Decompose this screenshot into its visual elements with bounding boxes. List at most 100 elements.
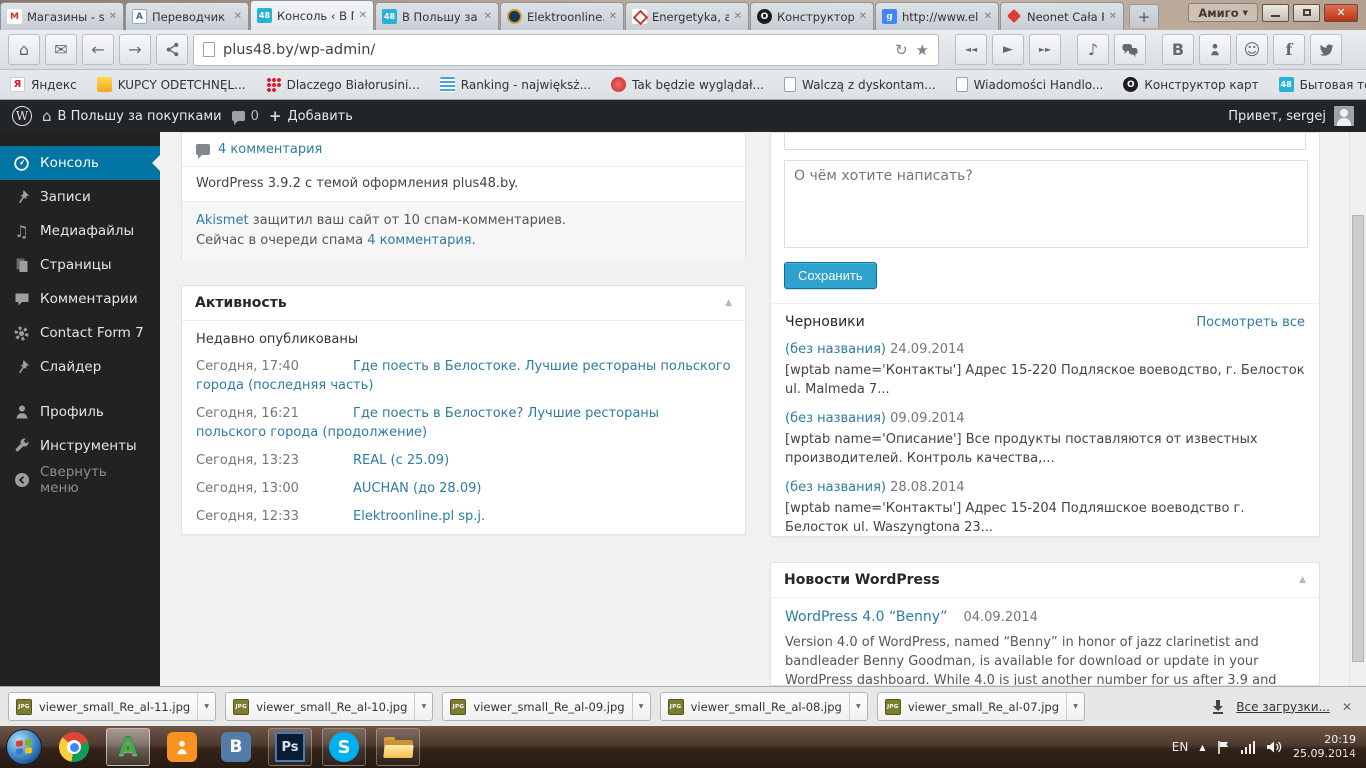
- close-icon[interactable]: ✕: [734, 11, 742, 22]
- sidebar-item-dashboard[interactable]: Консоль: [0, 146, 160, 180]
- close-icon[interactable]: ✕: [1342, 700, 1352, 714]
- volume-icon[interactable]: [1266, 740, 1282, 754]
- bookmark-dlaczego[interactable]: Dlaczego Białorusini...: [265, 77, 420, 92]
- back-button[interactable]: ←: [82, 34, 114, 65]
- news-post-link[interactable]: WordPress 4.0 “Benny”: [785, 609, 947, 625]
- start-button[interactable]: [6, 729, 42, 765]
- sidebar-item-slider[interactable]: Слайдер: [0, 350, 160, 384]
- bookmark-kupcy[interactable]: KUPCY ODETCHNĘL...: [96, 77, 246, 92]
- tab-gmail-shops[interactable]: M Магазины - s ✕: [0, 2, 124, 30]
- sidebar-item-collapse-menu[interactable]: Свернуть меню: [0, 463, 160, 497]
- download-menu-caret[interactable]: ▼: [848, 693, 867, 720]
- tab-constructor[interactable]: O Конструктор ✕: [750, 2, 874, 30]
- view-all-drafts-link[interactable]: Посмотреть все: [1196, 315, 1305, 330]
- language-indicator[interactable]: EN: [1172, 740, 1189, 754]
- download-item[interactable]: JPG viewer_small_Re_al-11.jpg ▼: [8, 692, 217, 721]
- activity-header[interactable]: Активность ▲: [182, 286, 745, 321]
- draft-title-input[interactable]: [784, 133, 1306, 150]
- show-hidden-icons[interactable]: ▲: [1199, 743, 1205, 752]
- bookmark-yandex[interactable]: Я Яндекс: [10, 77, 77, 92]
- minimize-button[interactable]: [1262, 3, 1289, 22]
- download-menu-caret[interactable]: ▼: [197, 693, 215, 720]
- admin-bar-account[interactable]: Привет, sergej: [1228, 106, 1354, 126]
- post-link[interactable]: Elektroonline.pl sp.j.: [353, 509, 485, 524]
- tab-wp-console[interactable]: 48 Консоль ‹ В П ✕: [250, 0, 374, 30]
- sidebar-item-pages[interactable]: Страницы: [0, 248, 160, 282]
- wordpress-logo-icon[interactable]: W: [12, 106, 32, 126]
- admin-bar-comments[interactable]: 0: [231, 109, 259, 125]
- sidebar-item-comments[interactable]: Комментарии: [0, 282, 160, 316]
- sidebar-item-tools[interactable]: Инструменты: [0, 429, 160, 463]
- download-item[interactable]: JPG viewer_small_Re_al-10.jpg ▼: [225, 692, 434, 721]
- news-header[interactable]: Новости WordPress ▲: [771, 563, 1319, 598]
- all-downloads-link[interactable]: Все загрузки...: [1236, 700, 1330, 714]
- post-link[interactable]: AUCHAN (до 28.09): [353, 481, 481, 496]
- close-icon[interactable]: ✕: [609, 11, 617, 22]
- media-forward-button[interactable]: ►►: [1029, 34, 1061, 65]
- taskbar-chrome[interactable]: [52, 728, 96, 766]
- download-item[interactable]: JPG viewer_small_Re_al-09.jpg ▼: [442, 692, 651, 721]
- maximize-button[interactable]: [1293, 3, 1320, 22]
- spam-queue-link[interactable]: 4 комментария: [367, 233, 471, 248]
- url-text[interactable]: plus48.by/wp-admin/: [223, 42, 887, 58]
- home-button[interactable]: ⌂: [8, 34, 40, 65]
- comments-count-link[interactable]: 4 комментария: [218, 142, 322, 157]
- facebook-button[interactable]: f: [1273, 34, 1305, 65]
- sidebar-item-posts[interactable]: Записи: [0, 180, 160, 214]
- taskbar-photoshop[interactable]: Ps: [268, 728, 312, 766]
- url-bar[interactable]: plus48.by/wp-admin/ ↻ ★: [193, 33, 939, 66]
- admin-bar-site-link[interactable]: ⌂ В Польшу за покупками: [42, 107, 222, 125]
- share-button[interactable]: [156, 34, 188, 65]
- download-menu-caret[interactable]: ▼: [414, 693, 432, 720]
- browser-scrollbar[interactable]: [1349, 132, 1366, 686]
- tab-translator[interactable]: А Переводчик G ✕: [125, 2, 249, 30]
- bookmark-ranking[interactable]: Ranking - najwięksż...: [439, 77, 591, 92]
- close-icon[interactable]: ✕: [109, 11, 117, 22]
- taskbar-odnoklassniki[interactable]: [160, 728, 204, 766]
- bookmark-bytovaya[interactable]: 48 Бытовая техника: [1278, 77, 1366, 92]
- media-play-button[interactable]: ►: [992, 34, 1024, 65]
- scrollbar-thumb[interactable]: [1352, 215, 1364, 662]
- tab-energetyka[interactable]: Energetyka, au ✕: [625, 2, 749, 30]
- sidebar-item-profile[interactable]: Профиль: [0, 395, 160, 429]
- taskbar-skype[interactable]: S: [322, 728, 366, 766]
- sidebar-item-media[interactable]: ♫ Медиафайлы: [0, 214, 160, 248]
- download-menu-caret[interactable]: ▼: [631, 693, 650, 720]
- taskbar-clock[interactable]: 20:19 25.09.2014 HZ.BY: [1293, 733, 1357, 761]
- post-link[interactable]: REAL (с 25.09): [353, 453, 449, 468]
- moimir-button[interactable]: ☺: [1236, 34, 1268, 65]
- taskbar-amigo[interactable]: A: [106, 728, 150, 766]
- save-draft-button[interactable]: Сохранить: [784, 262, 877, 289]
- bookmark-tak-bedzie[interactable]: Tak będzie wyglądał...: [611, 77, 764, 92]
- tab-elektroonline[interactable]: Elektroonline.p ✕: [500, 2, 624, 30]
- mail-button[interactable]: ✉: [45, 34, 77, 65]
- close-icon[interactable]: ✕: [234, 11, 242, 22]
- draft-title-link[interactable]: (без названия): [785, 480, 886, 495]
- music-button[interactable]: ♪: [1077, 34, 1109, 65]
- taskbar-vk[interactable]: B: [214, 728, 258, 766]
- download-menu-caret[interactable]: ▼: [1066, 693, 1084, 720]
- action-center-flag-icon[interactable]: [1217, 740, 1230, 755]
- download-item[interactable]: JPG viewer_small_Re_al-08.jpg ▼: [659, 692, 868, 721]
- taskbar-explorer[interactable]: [376, 728, 420, 766]
- chat-button[interactable]: [1114, 34, 1146, 65]
- tab-poland-blog[interactable]: 48 В Польшу за ✕: [375, 2, 499, 30]
- close-icon[interactable]: ✕: [484, 11, 492, 22]
- close-icon[interactable]: ✕: [859, 11, 867, 22]
- close-icon[interactable]: ✕: [984, 11, 992, 22]
- media-rewind-button[interactable]: ◄◄: [955, 34, 987, 65]
- close-icon[interactable]: ✕: [359, 10, 367, 21]
- collapse-toggle-icon[interactable]: ▲: [1299, 575, 1306, 585]
- tab-neonet[interactable]: Neonet Cała P ✕: [1000, 2, 1124, 30]
- vk-button[interactable]: B: [1162, 34, 1194, 65]
- new-tab-button[interactable]: +: [1129, 4, 1159, 28]
- download-item[interactable]: JPG viewer_small_Re_al-07.jpg ▼: [876, 692, 1086, 721]
- amigo-menu-button[interactable]: Амиго ▼: [1188, 3, 1258, 22]
- tab-google-search[interactable]: g http://www.el ✕: [875, 2, 999, 30]
- draft-title-link[interactable]: (без названия): [785, 342, 886, 357]
- refresh-icon[interactable]: ↻: [895, 41, 908, 59]
- sidebar-item-contact-form-7[interactable]: Contact Form 7: [0, 316, 160, 350]
- bookmark-walcza[interactable]: Walczą z dyskontam...: [783, 77, 936, 92]
- close-icon[interactable]: ✕: [1109, 11, 1117, 22]
- admin-bar-new-content[interactable]: + Добавить: [269, 107, 353, 125]
